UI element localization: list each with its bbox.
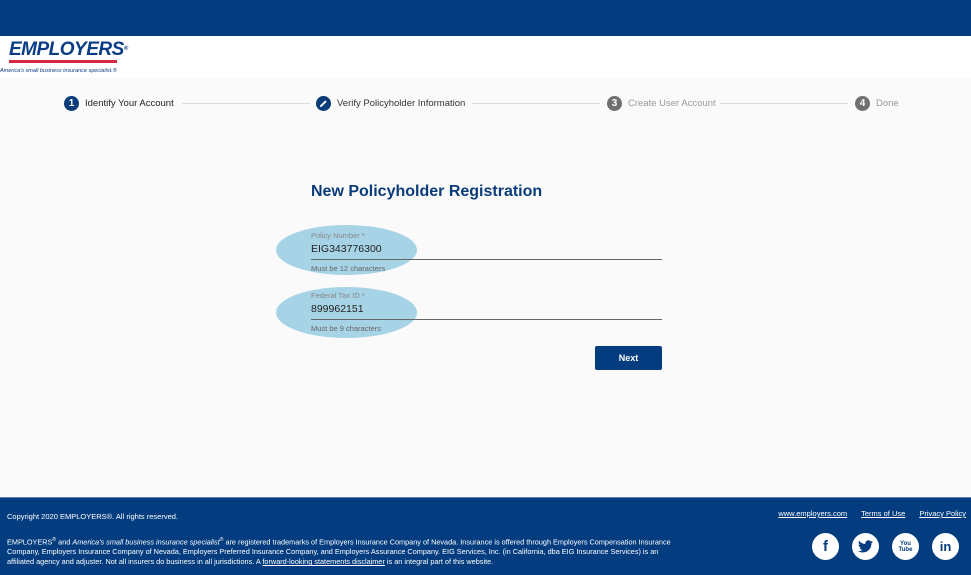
- twitter-icon[interactable]: [852, 533, 879, 560]
- facebook-icon[interactable]: f: [812, 533, 839, 560]
- footer-links: www.employers.com Terms of Use Privacy P…: [778, 509, 966, 518]
- policy-number-field: Policy Number * Must be 12 characters: [311, 231, 662, 273]
- employers-site-link[interactable]: www.employers.com: [778, 509, 847, 518]
- federal-tax-id-label: Federal Tax ID *: [311, 291, 365, 300]
- copyright-text: Copyright 2020 EMPLOYERS®. All rights re…: [7, 512, 179, 521]
- forward-looking-disclaimer-link[interactable]: forward-looking statements disclaimer: [262, 557, 384, 566]
- step-label: Done: [876, 97, 899, 109]
- policy-number-label: Policy Number *: [311, 231, 365, 240]
- policy-number-hint: Must be 12 characters: [311, 264, 386, 273]
- header: EMPLOYERS® America's small business insu…: [0, 36, 971, 78]
- federal-tax-id-hint: Must be 9 characters: [311, 324, 382, 333]
- number-1-icon: 1: [64, 95, 79, 111]
- logo-tagline: America's small business insurance speci…: [0, 68, 117, 74]
- step-identify-account: 1 Identify Your Account: [64, 95, 174, 111]
- legal-brand: EMPLOYERS: [7, 537, 53, 547]
- step-label: Identify Your Account: [85, 97, 174, 109]
- number-3-icon: 3: [607, 95, 622, 111]
- terms-of-use-link[interactable]: Terms of Use: [861, 509, 905, 518]
- federal-tax-id-input[interactable]: [311, 300, 662, 320]
- next-button[interactable]: Next: [595, 346, 662, 370]
- step-done: 4 Done: [855, 95, 899, 111]
- registration-stepper: 1 Identify Your Account Verify Policyhol…: [0, 92, 971, 114]
- top-bar: [0, 0, 971, 36]
- linkedin-icon[interactable]: in: [932, 533, 959, 560]
- logo-registered-mark: ®: [123, 46, 128, 52]
- federal-tax-id-field: Federal Tax ID * Must be 9 characters: [311, 291, 662, 333]
- youtube-icon[interactable]: You Tube: [892, 533, 919, 560]
- logo-underline: [9, 60, 117, 63]
- step-verify-policyholder: Verify Policyholder Information: [316, 95, 465, 111]
- step-label: Verify Policyholder Information: [337, 97, 466, 109]
- legal-text: EMPLOYERS® and America's small business …: [7, 537, 671, 567]
- number-4-icon: 4: [855, 95, 870, 111]
- policy-number-input[interactable]: [311, 240, 662, 260]
- logo-text: EMPLOYERS: [9, 39, 124, 60]
- legal-text-part: and: [56, 537, 73, 547]
- page-title: New Policyholder Registration: [311, 183, 543, 200]
- step-connector: [472, 103, 600, 104]
- legal-text-part: is an integral part of this website.: [384, 557, 494, 567]
- step-label: Create User Account: [628, 97, 716, 109]
- footer: Copyright 2020 EMPLOYERS®. All rights re…: [0, 497, 971, 575]
- pencil-icon: [316, 95, 331, 111]
- privacy-policy-link[interactable]: Privacy Policy: [919, 509, 966, 518]
- step-connector: [182, 103, 310, 104]
- employers-logo[interactable]: EMPLOYERS®: [9, 40, 128, 63]
- step-connector: [720, 103, 848, 104]
- legal-tagline: America's small business insurance speci…: [72, 537, 220, 547]
- step-create-user-account: 3 Create User Account: [607, 95, 716, 111]
